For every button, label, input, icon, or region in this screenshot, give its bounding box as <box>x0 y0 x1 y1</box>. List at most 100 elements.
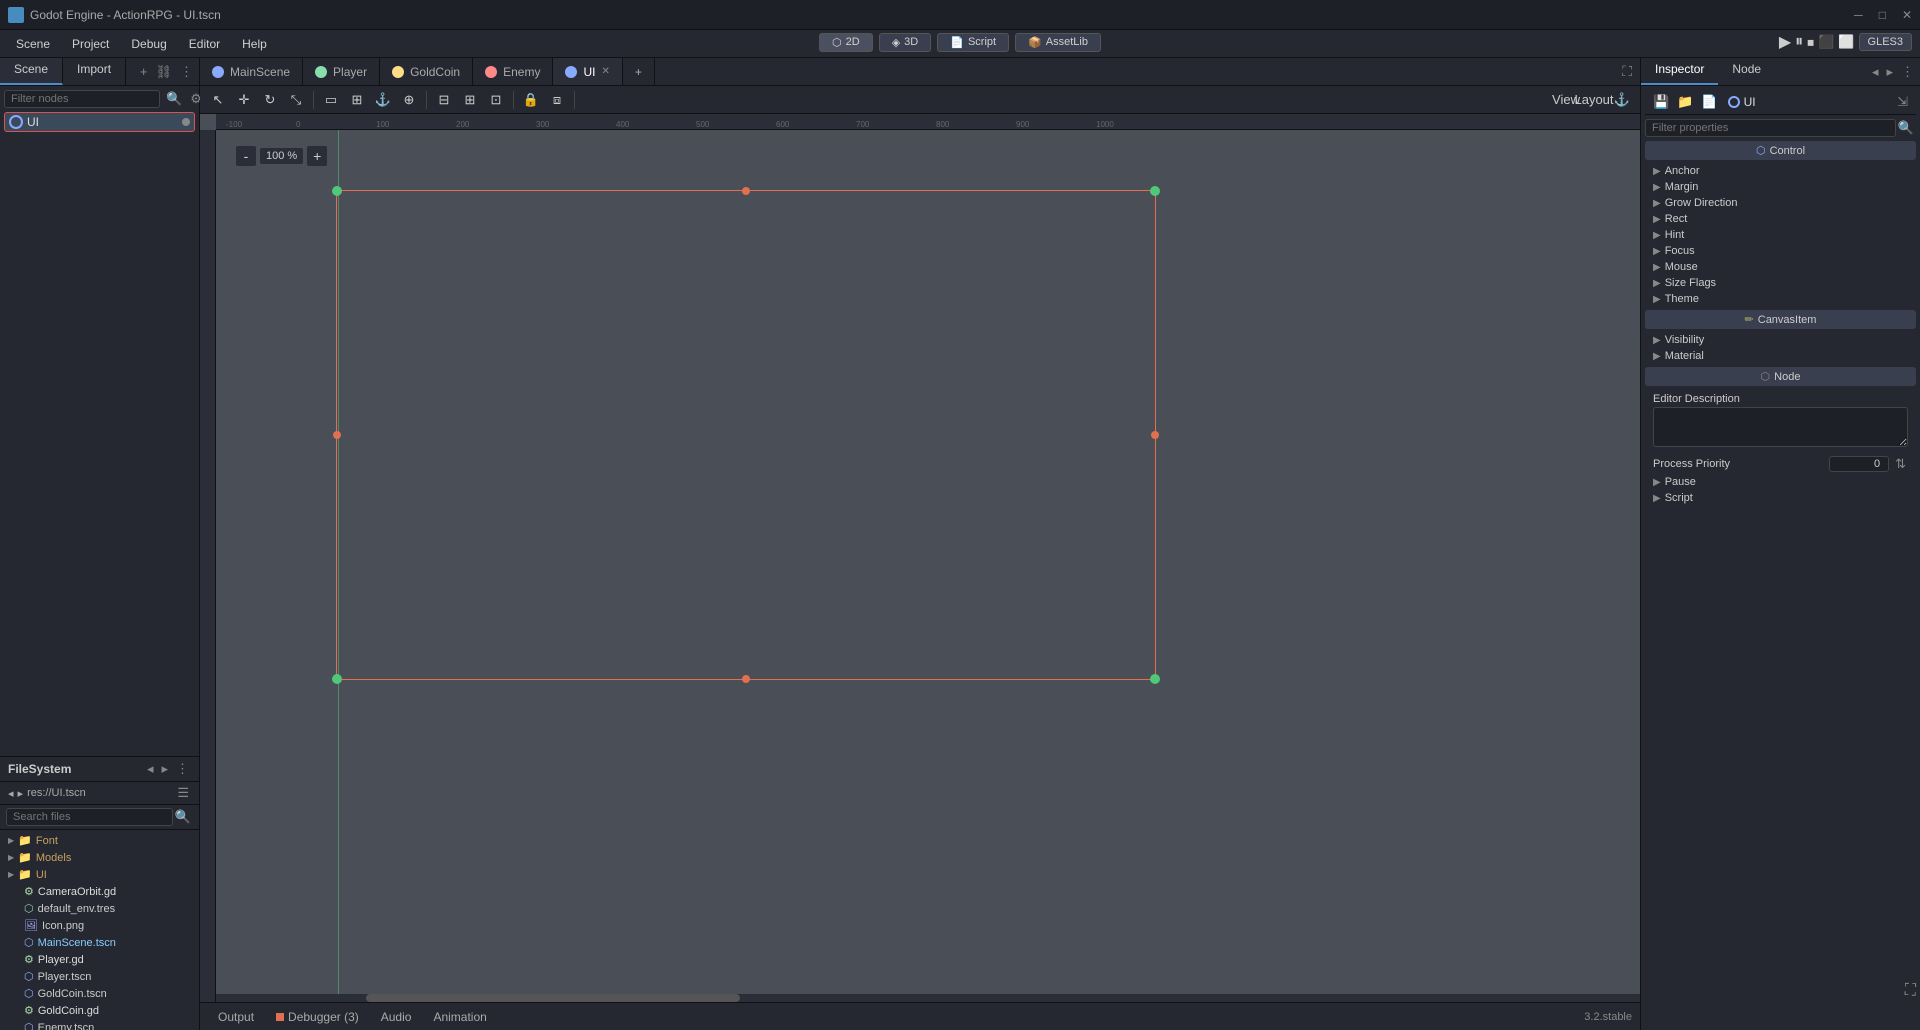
fs-layout-toggle[interactable]: ☰ <box>175 785 191 801</box>
tab-animation[interactable]: Animation <box>423 1008 496 1026</box>
pixel-snap-btn[interactable]: ⊡ <box>484 89 508 111</box>
filter-props-search-btn[interactable]: 🔍 <box>1896 120 1916 136</box>
tab-audio[interactable]: Audio <box>371 1008 422 1026</box>
horizontal-scrollbar[interactable] <box>216 994 1640 1002</box>
group-btn[interactable]: ⧈ <box>545 89 569 111</box>
anchor-btn[interactable]: ⚓ <box>371 89 395 111</box>
remote-play-btn[interactable]: ⬜ <box>1838 34 1854 50</box>
tab-mainscene[interactable]: MainScene <box>200 58 303 85</box>
tab-inspector[interactable]: Inspector <box>1641 58 1718 85</box>
fs-item-ui[interactable]: ▶ 📁 UI <box>0 866 199 883</box>
handle-top-mid[interactable] <box>742 187 750 195</box>
tab-node[interactable]: Node <box>1718 58 1775 85</box>
pp-stepper[interactable]: ⇅ <box>1893 456 1908 472</box>
prop-pause[interactable]: ▶ Pause <box>1645 474 1916 490</box>
snap-btn[interactable]: ⊞ <box>345 89 369 111</box>
inspector-history-btn[interactable]: ⋮ <box>1899 64 1916 80</box>
tab-import[interactable]: Import <box>63 58 126 85</box>
grid-snap-btn[interactable]: ⊟ <box>432 89 456 111</box>
pause-btn[interactable]: ⏸ <box>1795 33 1803 51</box>
handle-top-right[interactable] <box>1150 186 1160 196</box>
anchor-presets-btn[interactable]: ⚓ <box>1610 89 1634 111</box>
btn-assetlib[interactable]: 📦 AssetLib <box>1015 33 1101 52</box>
tab-enemy[interactable]: Enemy <box>473 58 553 85</box>
handle-bottom-right[interactable] <box>1150 674 1160 684</box>
anchor-expand[interactable]: ▶ <box>1653 166 1661 177</box>
hint-expand[interactable]: ▶ <box>1653 230 1661 241</box>
pause-expand[interactable]: ▶ <box>1653 477 1661 488</box>
fs-item-cameraorbit[interactable]: ⚙ CameraOrbit.gd <box>0 883 199 900</box>
layout-btn[interactable]: Layout <box>1582 89 1606 111</box>
scene-node-ui[interactable]: UI <box>4 112 195 132</box>
scrollbar-thumb-h[interactable] <box>366 994 740 1002</box>
menu-project[interactable]: Project <box>62 34 119 54</box>
fs-item-playertscn[interactable]: ⬡ Player.tscn <box>0 968 199 985</box>
handle-right-mid[interactable] <box>1151 431 1159 439</box>
grow-direction-expand[interactable]: ▶ <box>1653 198 1661 209</box>
handle-bottom-mid[interactable] <box>742 675 750 683</box>
fs-item-defaultenv[interactable]: ⬡ default_env.tres <box>0 900 199 917</box>
tab-debugger[interactable]: Debugger (3) <box>266 1008 369 1026</box>
debug-play-btn[interactable]: ⬛ <box>1818 34 1834 50</box>
rect-btn[interactable]: ▭ <box>319 89 343 111</box>
handle-top-left[interactable] <box>332 186 342 196</box>
filter-props-input[interactable] <box>1645 119 1896 137</box>
stop-btn[interactable]: ⏹ <box>1807 34 1814 51</box>
fs-item-models[interactable]: ▶ 📁 Models <box>0 849 199 866</box>
fs-item-mainscene[interactable]: ⬡ MainScene.tscn <box>0 934 199 951</box>
edit-script-btn[interactable]: 📄 <box>1699 94 1719 110</box>
expand-all-btn[interactable]: ⛶ <box>1905 982 1916 1000</box>
prop-material[interactable]: ▶ Material <box>1645 348 1916 364</box>
handle-bottom-left[interactable] <box>332 674 342 684</box>
tab-output[interactable]: Output <box>208 1008 264 1026</box>
ui-control-rect[interactable] <box>336 190 1156 680</box>
maximize-btn-titlebar[interactable]: □ <box>1879 8 1886 22</box>
open-folder-btn[interactable]: 📁 <box>1675 94 1695 110</box>
fs-item-font[interactable]: ▶ 📁 Font <box>0 832 199 849</box>
fs-back-btn[interactable]: ◂ <box>145 761 156 777</box>
prop-script[interactable]: ▶ Script <box>1645 490 1916 506</box>
fs-item-playergd[interactable]: ⚙ Player.gd <box>0 951 199 968</box>
tab-close-ui[interactable]: ✕ <box>601 66 609 77</box>
viewport-maximize-icon[interactable]: ⛶ <box>1614 58 1640 85</box>
rotate-mode-btn[interactable]: ↻ <box>258 89 282 111</box>
prop-hint[interactable]: ▶ Hint <box>1645 227 1916 243</box>
fs-item-goldcoingd[interactable]: ⚙ GoldCoin.gd <box>0 1002 199 1019</box>
menu-debug[interactable]: Debug <box>121 34 176 54</box>
rect-expand[interactable]: ▶ <box>1653 214 1661 225</box>
close-btn-titlebar[interactable]: ✕ <box>1902 8 1912 22</box>
prop-grow-direction[interactable]: ▶ Grow Direction <box>1645 195 1916 211</box>
margin-expand[interactable]: ▶ <box>1653 182 1661 193</box>
mouse-expand[interactable]: ▶ <box>1653 262 1661 273</box>
move-mode-btn[interactable]: ✛ <box>232 89 256 111</box>
fs-item-icon[interactable]: 🖼 Icon.png <box>0 917 199 934</box>
fs-item-enemytscn[interactable]: ⬡ Enemy.tscn <box>0 1019 199 1030</box>
menu-scene[interactable]: Scene <box>6 34 60 54</box>
inspector-expand-btn[interactable]: ⇲ <box>1895 94 1910 110</box>
zoom-out-btn[interactable]: - <box>236 146 256 166</box>
tab-ui[interactable]: UI ✕ <box>553 58 622 85</box>
prop-margin[interactable]: ▶ Margin <box>1645 179 1916 195</box>
tab-player[interactable]: Player <box>303 58 380 85</box>
inspector-back-btn[interactable]: ◂ <box>1870 64 1881 80</box>
smart-snap-btn[interactable]: ⊞ <box>458 89 482 111</box>
editor-desc-input[interactable] <box>1653 407 1908 447</box>
zoom-in-btn[interactable]: + <box>307 146 327 166</box>
fs-item-goldcointscn[interactable]: ⬡ GoldCoin.tscn <box>0 985 199 1002</box>
theme-expand[interactable]: ▶ <box>1653 294 1661 305</box>
fs-search-btn[interactable]: 🔍 <box>173 809 193 825</box>
tab-scene[interactable]: Scene <box>0 58 63 85</box>
size-flags-expand[interactable]: ▶ <box>1653 278 1661 289</box>
script-expand[interactable]: ▶ <box>1653 493 1661 504</box>
move-pivot-btn[interactable]: ⊕ <box>397 89 421 111</box>
minimize-btn[interactable]: ─ <box>1854 8 1863 22</box>
prop-rect[interactable]: ▶ Rect <box>1645 211 1916 227</box>
tab-add[interactable]: + <box>623 58 655 85</box>
inspector-forward-btn[interactable]: ▸ <box>1884 64 1895 80</box>
fs-back-icon[interactable]: ◂ <box>8 787 14 800</box>
material-expand[interactable]: ▶ <box>1653 351 1661 362</box>
filter-nodes-input[interactable] <box>4 90 160 108</box>
btn-3d[interactable]: ◈ 3D <box>879 33 932 52</box>
fs-layout-btn[interactable]: ⋮ <box>174 761 191 777</box>
tab-goldcoin[interactable]: GoldCoin <box>380 58 473 85</box>
